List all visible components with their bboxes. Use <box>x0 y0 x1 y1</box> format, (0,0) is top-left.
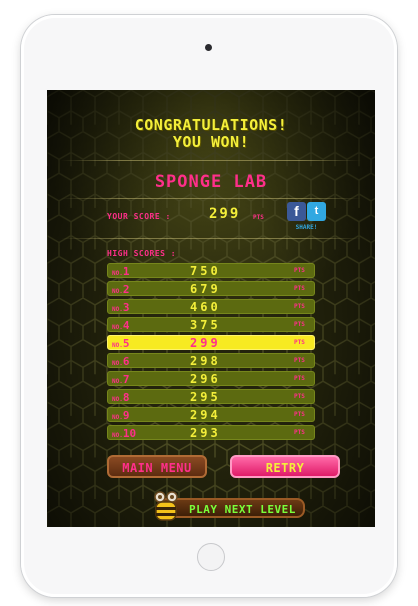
share-label[interactable]: SHARE! <box>287 224 326 231</box>
score-unit: PTS <box>294 267 305 274</box>
score-unit: PTS <box>294 411 305 418</box>
your-score-value: 299 <box>209 206 241 222</box>
rank-label: NO.5 <box>112 337 130 350</box>
twitter-icon: t <box>314 205 319 217</box>
bee-icon <box>154 491 178 521</box>
rank-label: NO.7 <box>112 373 130 386</box>
rank-label: NO.2 <box>112 283 130 296</box>
rank-label: NO.4 <box>112 319 130 332</box>
score-value: 460 <box>190 300 221 314</box>
facebook-share-button[interactable]: f <box>287 202 306 221</box>
rank-label: NO.10 <box>112 427 137 440</box>
rank-label: NO.8 <box>112 391 130 404</box>
score-value: 375 <box>190 318 221 332</box>
score-unit: PTS <box>294 393 305 400</box>
high-score-row: NO.4 375 PTS <box>107 317 315 332</box>
score-value: 298 <box>190 354 221 368</box>
score-value: 293 <box>190 426 221 440</box>
high-score-row: NO.9 294 PTS <box>107 407 315 422</box>
score-value: 295 <box>190 390 221 404</box>
high-score-row: NO.3 460 PTS <box>107 299 315 314</box>
score-unit: PTS <box>294 429 305 436</box>
score-unit: PTS <box>294 303 305 310</box>
game-screen: CONGRATULATIONS! YOU WON! SPONGE LAB YOU… <box>47 90 375 527</box>
score-unit: PTS <box>294 357 305 364</box>
score-unit: PTS <box>294 375 305 382</box>
rank-label: NO.1 <box>112 265 130 278</box>
facebook-icon: f <box>294 203 299 219</box>
tablet-frame: CONGRATULATIONS! YOU WON! SPONGE LAB YOU… <box>21 15 397 597</box>
score-value: 679 <box>190 282 221 296</box>
high-score-row: NO.10 293 PTS <box>107 425 315 440</box>
score-unit: PTS <box>294 285 305 292</box>
rank-label: NO.9 <box>112 409 130 422</box>
divider <box>61 198 361 199</box>
high-score-row-current: NO.5 299 PTS <box>107 335 315 350</box>
high-score-row: NO.6 298 PTS <box>107 353 315 368</box>
rank-label: NO.6 <box>112 355 130 368</box>
level-name: SPONGE LAB <box>154 172 268 192</box>
retry-button[interactable]: RETRY <box>230 455 340 478</box>
score-value: 294 <box>190 408 221 422</box>
high-score-row: NO.2 679 PTS <box>107 281 315 296</box>
home-button[interactable] <box>197 543 225 571</box>
you-won-title: YOU WON! <box>172 133 250 151</box>
divider <box>61 238 361 239</box>
your-score-unit: PTS <box>253 214 264 221</box>
camera-icon <box>205 44 212 51</box>
high-scores-label: HIGH SCORES : <box>107 249 177 258</box>
twitter-share-button[interactable]: t <box>307 202 326 221</box>
main-menu-button[interactable]: MAIN MENU <box>107 455 207 478</box>
score-unit: PTS <box>294 321 305 328</box>
your-score-label: YOUR SCORE : <box>107 212 171 221</box>
high-score-row: NO.7 296 PTS <box>107 371 315 386</box>
score-unit: PTS <box>294 339 305 346</box>
high-score-row: NO.8 295 PTS <box>107 389 315 404</box>
score-value: 299 <box>190 336 221 350</box>
rank-label: NO.3 <box>112 301 130 314</box>
high-score-row: NO.1 750 PTS <box>107 263 315 278</box>
score-value: 296 <box>190 372 221 386</box>
congrats-title: CONGRATULATIONS! <box>134 116 288 134</box>
score-value: 750 <box>190 264 221 278</box>
divider <box>61 160 361 161</box>
